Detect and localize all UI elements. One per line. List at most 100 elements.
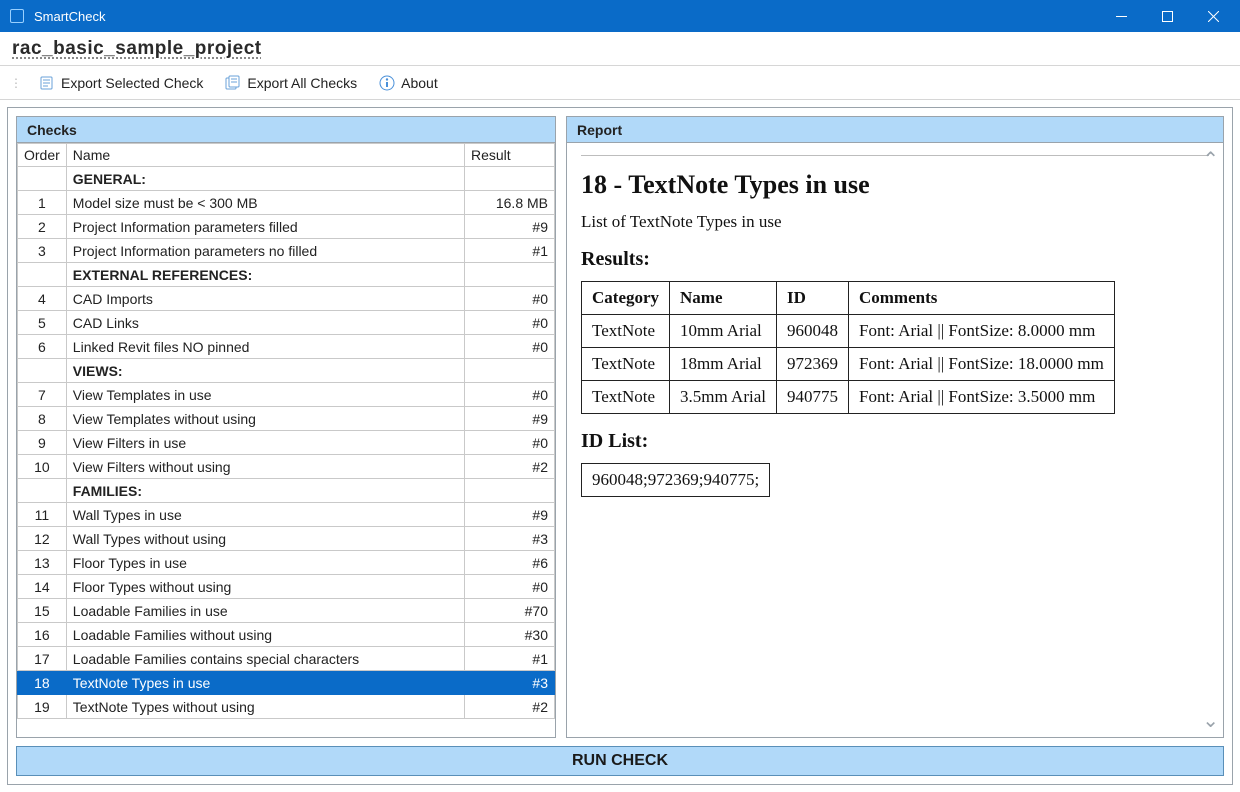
toolbar: ⋮ Export Selected Check Export All Check… (0, 66, 1240, 100)
check-row[interactable]: 11Wall Types in use#9 (18, 503, 555, 527)
cell-result: #30 (465, 623, 555, 647)
cell-order: 6 (18, 335, 67, 359)
cell-order (18, 359, 67, 383)
checks-panel-header: Checks (17, 117, 555, 143)
check-row[interactable]: 7View Templates in use#0 (18, 383, 555, 407)
checks-panel-title: Checks (27, 122, 77, 138)
cell-result (465, 167, 555, 191)
cell-result: #3 (465, 671, 555, 695)
check-row[interactable]: 9View Filters in use#0 (18, 431, 555, 455)
checks-panel: Checks Order Name Result G (16, 116, 556, 738)
cell-result: #0 (465, 575, 555, 599)
section-row: VIEWS: (18, 359, 555, 383)
id-list: 960048;972369;940775; (581, 463, 770, 497)
check-row[interactable]: 14Floor Types without using#0 (18, 575, 555, 599)
scroll-up-icon[interactable]: ⌃ (1202, 147, 1219, 172)
cell-order: 5 (18, 311, 67, 335)
idlist-heading: ID List: (581, 430, 1209, 453)
cell-name: Linked Revit files NO pinned (66, 335, 464, 359)
export-selected-label: Export Selected Check (61, 75, 203, 91)
results-cell-category: TextNote (582, 315, 670, 348)
checks-scroll[interactable]: Order Name Result GENERAL:1Model size mu… (17, 143, 555, 737)
cell-result: #1 (465, 647, 555, 671)
results-cell-category: TextNote (582, 381, 670, 414)
cell-result: #0 (465, 335, 555, 359)
cell-result: #9 (465, 407, 555, 431)
export-all-label: Export All Checks (247, 75, 357, 91)
cell-result: #0 (465, 431, 555, 455)
cell-result: #0 (465, 383, 555, 407)
cell-order: 7 (18, 383, 67, 407)
check-row[interactable]: 1Model size must be < 300 MB16.8 MB (18, 191, 555, 215)
cell-order: 8 (18, 407, 67, 431)
cell-result: #1 (465, 239, 555, 263)
cell-order: 15 (18, 599, 67, 623)
export-all-button[interactable]: Export All Checks (221, 73, 361, 93)
run-check-button[interactable]: RUN CHECK (16, 746, 1224, 776)
check-row[interactable]: 13Floor Types in use#6 (18, 551, 555, 575)
results-cell-name: 10mm Arial (670, 315, 777, 348)
cell-name: TextNote Types in use (66, 671, 464, 695)
results-cell-name: 3.5mm Arial (670, 381, 777, 414)
check-row[interactable]: 4CAD Imports#0 (18, 287, 555, 311)
report-panel: Report ⌃ 18 - TextNote Types in use List… (566, 116, 1224, 738)
col-order[interactable]: Order (18, 144, 67, 167)
results-cell-id: 972369 (776, 348, 848, 381)
cell-order (18, 167, 67, 191)
cell-name: Floor Types in use (66, 551, 464, 575)
minimize-button[interactable] (1098, 0, 1144, 32)
scroll-down-icon[interactable]: ⌄ (1202, 708, 1219, 733)
cell-result: #3 (465, 527, 555, 551)
cell-name: View Filters without using (66, 455, 464, 479)
check-row[interactable]: 10View Filters without using#2 (18, 455, 555, 479)
report-divider (581, 155, 1209, 156)
section-row: GENERAL: (18, 167, 555, 191)
check-row[interactable]: 15Loadable Families in use#70 (18, 599, 555, 623)
report-panel-header: Report (567, 117, 1223, 143)
rcol-name: Name (670, 282, 777, 315)
cell-order: 18 (18, 671, 67, 695)
cell-name: CAD Imports (66, 287, 464, 311)
check-row[interactable]: 16Loadable Families without using#30 (18, 623, 555, 647)
check-row[interactable]: 6Linked Revit files NO pinned#0 (18, 335, 555, 359)
cell-name: Project Information parameters no filled (66, 239, 464, 263)
col-name[interactable]: Name (66, 144, 464, 167)
check-row[interactable]: 8View Templates without using#9 (18, 407, 555, 431)
results-cell-id: 940775 (776, 381, 848, 414)
check-row[interactable]: 12Wall Types without using#3 (18, 527, 555, 551)
cell-name: GENERAL: (66, 167, 464, 191)
cell-result: #2 (465, 695, 555, 719)
maximize-button[interactable] (1144, 0, 1190, 32)
cell-name: View Templates in use (66, 383, 464, 407)
check-row[interactable]: 17Loadable Families contains special cha… (18, 647, 555, 671)
results-row: TextNote18mm Arial972369Font: Arial || F… (582, 348, 1115, 381)
check-row[interactable]: 3Project Information parameters no fille… (18, 239, 555, 263)
col-result[interactable]: Result (465, 144, 555, 167)
check-row[interactable]: 5CAD Links#0 (18, 311, 555, 335)
cell-order: 13 (18, 551, 67, 575)
check-row[interactable]: 18TextNote Types in use#3 (18, 671, 555, 695)
export-selected-button[interactable]: Export Selected Check (35, 73, 207, 93)
cell-order: 1 (18, 191, 67, 215)
check-row[interactable]: 19TextNote Types without using#2 (18, 695, 555, 719)
cell-name: Loadable Families in use (66, 599, 464, 623)
cell-result: #0 (465, 287, 555, 311)
results-cell-id: 960048 (776, 315, 848, 348)
cell-result (465, 479, 555, 503)
cell-name: Model size must be < 300 MB (66, 191, 464, 215)
close-button[interactable] (1190, 0, 1236, 32)
cell-order (18, 479, 67, 503)
rcol-comments: Comments (848, 282, 1114, 315)
results-cell-category: TextNote (582, 348, 670, 381)
export-selected-icon (39, 75, 55, 91)
about-button[interactable]: About (375, 73, 442, 93)
cell-order: 11 (18, 503, 67, 527)
report-heading: 18 - TextNote Types in use (581, 170, 1209, 200)
cell-name: TextNote Types without using (66, 695, 464, 719)
results-table: Category Name ID Comments TextNote10mm A… (581, 281, 1115, 414)
report-description: List of TextNote Types in use (581, 212, 1209, 232)
check-row[interactable]: 2Project Information parameters filled#9 (18, 215, 555, 239)
cell-order: 4 (18, 287, 67, 311)
section-row: FAMILIES: (18, 479, 555, 503)
cell-name: View Templates without using (66, 407, 464, 431)
